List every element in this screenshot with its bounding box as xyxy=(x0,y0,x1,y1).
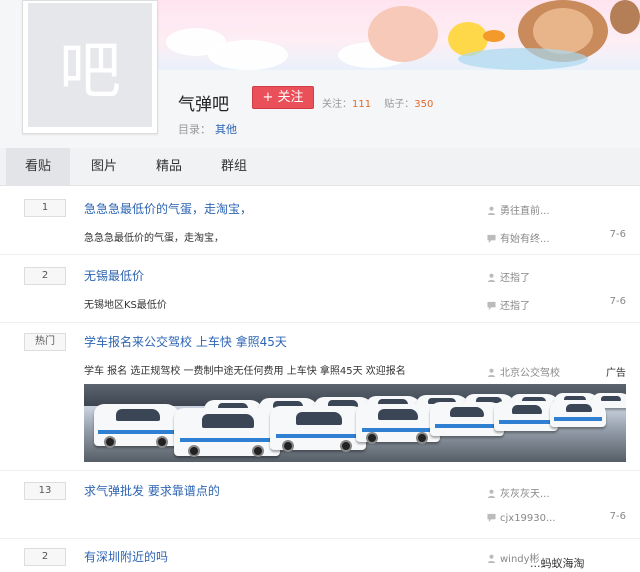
thread-row[interactable]: 2 无锡最低价 无锡地区KS最低价 还指了 还指了 7-6 xyxy=(0,255,640,323)
thread-row[interactable]: 1 急急急最低价的气蛋，走淘宝， 急急急最低价的气蛋，走淘宝， 勇往直前... … xyxy=(0,187,640,255)
follow-count-label: 关注： xyxy=(322,99,352,110)
forum-name[interactable]: 气弹吧 xyxy=(178,90,229,115)
author-name: 还指了 xyxy=(500,273,530,284)
thread-date: 7-6 xyxy=(609,229,626,240)
thread-abstract: 无锡地区KS最低价 xyxy=(84,300,167,311)
reply-count: 13 xyxy=(24,482,66,500)
thread-abstract: 急急急最低价的气蛋，走淘宝， xyxy=(84,233,224,244)
thread-date: 7-6 xyxy=(609,296,626,307)
thread-title[interactable]: 无锡最低价 xyxy=(84,267,144,284)
comment-icon xyxy=(487,513,496,522)
author-name: 灰灰灰天... xyxy=(500,489,550,500)
reply-count: 2 xyxy=(24,267,66,285)
hot-badge: 热门 xyxy=(24,333,66,351)
watermark: ...蚂蚁海淘 xyxy=(530,557,585,570)
follow-count: 111 xyxy=(352,99,372,110)
post-count: 350 xyxy=(414,99,434,110)
forum-catalog: 目录： 其他 xyxy=(178,121,237,137)
tab-images[interactable]: 图片 xyxy=(72,148,136,186)
thread-title[interactable]: 有深圳附近的吗 xyxy=(84,548,168,565)
thread-title[interactable]: 急急急最低价的气蛋，走淘宝， xyxy=(84,200,252,217)
forum-avatar[interactable]: 吧 xyxy=(28,3,152,127)
user-icon xyxy=(487,489,496,498)
forum-banner xyxy=(158,0,640,70)
thread-author[interactable]: 还指了 xyxy=(487,269,530,284)
ad-image[interactable] xyxy=(84,384,626,462)
catalog-link[interactable]: 其他 xyxy=(215,123,237,136)
user-icon xyxy=(487,273,496,282)
user-icon xyxy=(487,368,496,377)
reply-count: 2 xyxy=(24,548,66,566)
thread-author[interactable]: 勇往直前... xyxy=(487,202,550,217)
author-name: 勇往直前... xyxy=(500,206,550,217)
forum-avatar-char: 吧 xyxy=(58,34,121,107)
last-reply-name: cjx19930... xyxy=(500,513,556,524)
thread-title[interactable]: 学车报名来公交驾校 上车快 拿照45天 xyxy=(84,333,287,350)
user-icon xyxy=(487,206,496,215)
forum-stats: 关注：111 贴子：350 xyxy=(322,95,443,110)
tab-posts[interactable]: 看贴 xyxy=(6,148,70,186)
last-reply-name: 有始有终... xyxy=(500,234,550,245)
thread-abstract: 学车 报名 选正规驾校 一费制中途无任何费用 上车快 拿照45天 欢迎报名 xyxy=(84,366,406,377)
ad-label: 广告 xyxy=(606,368,626,379)
last-reply-name: 还指了 xyxy=(500,301,530,312)
post-count-label: 贴子： xyxy=(384,99,415,110)
thread-date: 7-6 xyxy=(609,511,626,522)
thread-author[interactable]: 灰灰灰天... xyxy=(487,485,550,500)
thread-row[interactable]: 13 求气弹批发 要求靠谱点的 灰灰灰天... cjx19930... 7-6 xyxy=(0,471,640,539)
author-name: 北京公交驾校 xyxy=(500,368,560,379)
last-reply-user[interactable]: cjx19930... xyxy=(487,513,556,524)
forum-avatar-frame: 吧 xyxy=(22,0,158,134)
thread-title[interactable]: 求气弹批发 要求靠谱点的 xyxy=(84,482,220,499)
last-reply-user[interactable]: 有始有终... xyxy=(487,230,550,245)
forum-tabs: 看贴 图片 精品 群组 xyxy=(0,148,640,186)
reply-count: 1 xyxy=(24,199,66,217)
comment-icon xyxy=(487,234,496,243)
thread-author[interactable]: 北京公交驾校 xyxy=(487,364,560,379)
catalog-label: 目录： xyxy=(178,123,211,136)
user-icon xyxy=(487,554,496,563)
follow-button[interactable]: + 关注 xyxy=(252,86,314,109)
tab-featured[interactable]: 精品 xyxy=(136,148,202,186)
last-reply-user[interactable]: 还指了 xyxy=(487,297,530,312)
forum-header: 吧 气弹吧 + 关注 关注：111 贴子：350 目录： 其他 xyxy=(0,0,640,148)
comment-icon xyxy=(487,301,496,310)
tab-groups[interactable]: 群组 xyxy=(202,148,266,186)
